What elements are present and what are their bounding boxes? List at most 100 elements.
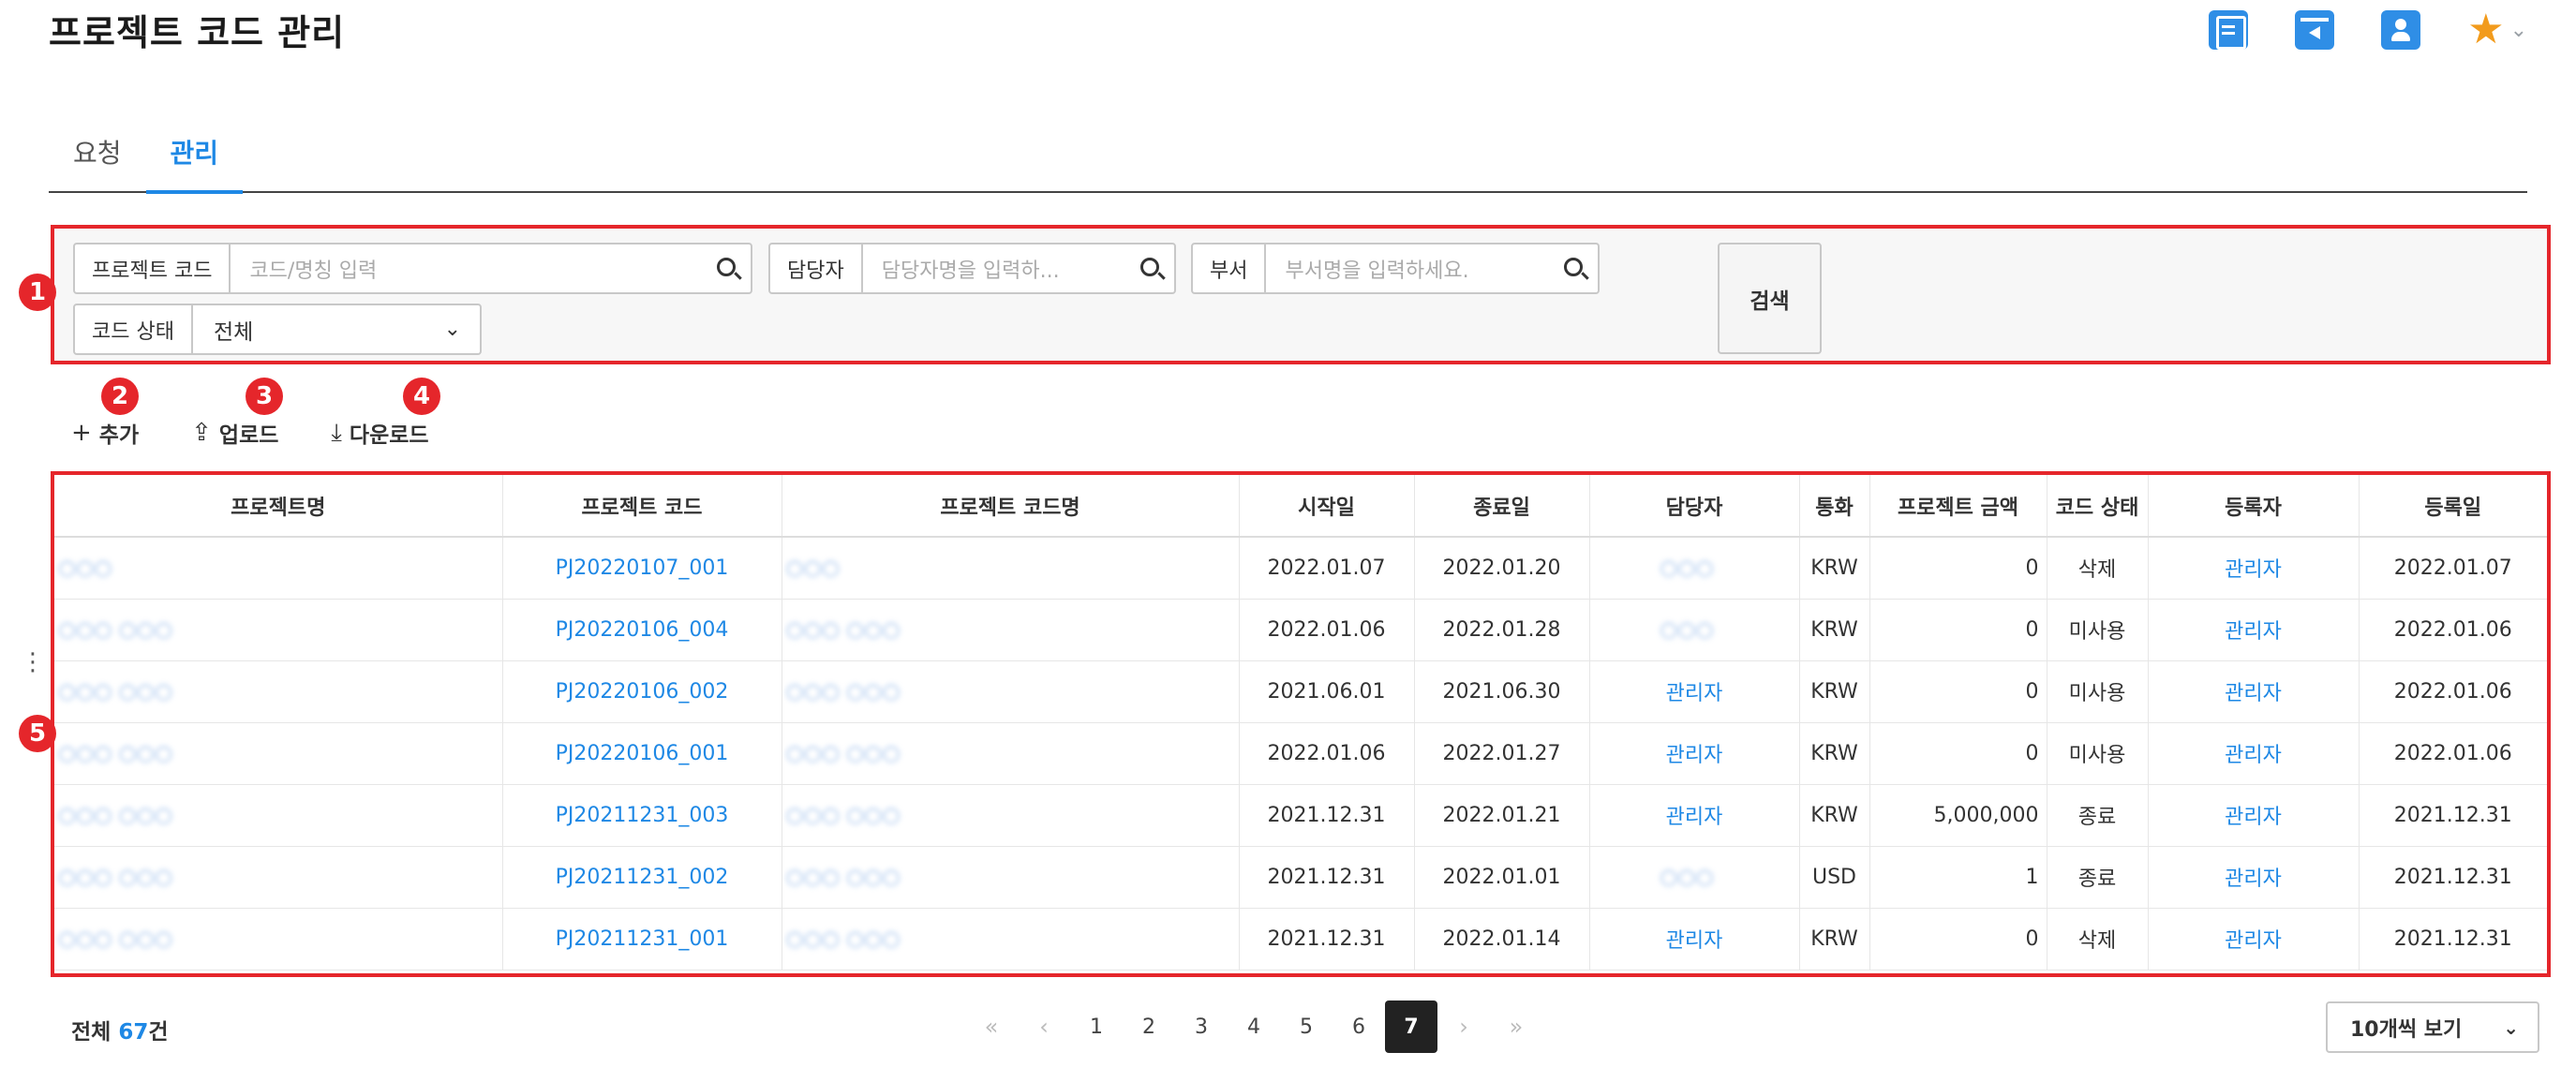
- highlight-box-filters: [51, 225, 2551, 364]
- column-header[interactable]: 등록일: [2359, 475, 2547, 538]
- upload-icon: ⇪: [191, 419, 212, 447]
- manager-cell: 관리자: [1589, 784, 1800, 847]
- page-button[interactable]: 2: [1123, 1000, 1175, 1053]
- redacted-text: ○○○ ○○○: [785, 679, 901, 704]
- redacted-text: ○○○ ○○○: [58, 617, 173, 642]
- tab-manage[interactable]: 관리: [145, 122, 244, 194]
- table-row[interactable]: ○○○ ○○○ PJ20220106_001 ○○○ ○○○ 2022.01.06 20…: [54, 722, 2547, 785]
- column-header[interactable]: 프로젝트 코드명: [782, 475, 1240, 538]
- redacted-text: ○○○: [58, 556, 112, 580]
- redacted-text: ○○○ ○○○: [785, 741, 901, 765]
- registrant-link[interactable]: 관리자: [2148, 599, 2360, 661]
- table-row[interactable]: ○○○ ○○○ PJ20220106_002 ○○○ ○○○ 2021.06.01 20…: [54, 660, 2547, 723]
- page-button[interactable]: 1: [1070, 1000, 1123, 1053]
- manager-cell: 관리자: [1589, 722, 1800, 785]
- project-code-table: 프로젝트명 프로젝트 코드 프로젝트 코드명 시작일 종료일 담당자 통화 프로…: [54, 475, 2547, 971]
- table-row[interactable]: ○○○ ○○○ PJ20220106_004 ○○○ ○○○ 2022.01.06 20…: [54, 599, 2547, 661]
- project-code-link[interactable]: PJ20220106_001: [502, 722, 782, 785]
- redacted-text: ○○○: [1660, 556, 1714, 580]
- registrant-link[interactable]: 관리자: [2148, 660, 2360, 723]
- registrant-link[interactable]: 관리자: [2148, 537, 2360, 600]
- add-button[interactable]: + 추가: [71, 417, 139, 449]
- upload-button[interactable]: ⇪ 업로드: [191, 417, 278, 449]
- document-icon[interactable]: [2209, 10, 2249, 50]
- start-date-cell: 2022.01.06: [1239, 599, 1415, 661]
- redacted-text: ○○○ ○○○: [785, 926, 901, 951]
- amount-cell: 0: [1869, 660, 2047, 723]
- project-name-cell: ○○○ ○○○: [54, 599, 503, 661]
- code-status-cell: 미사용: [2047, 599, 2149, 661]
- board-icon[interactable]: [2295, 10, 2335, 50]
- page-size-value: 10개씩 보기: [2350, 1017, 2463, 1042]
- project-name-cell: ○○○ ○○○: [54, 784, 503, 847]
- table-header-row: 프로젝트명 프로젝트 코드 프로젝트 코드명 시작일 종료일 담당자 통화 프로…: [54, 475, 2547, 538]
- page-button[interactable]: 5: [1280, 1000, 1333, 1053]
- prev-page-icon[interactable]: ‹: [1018, 1000, 1070, 1053]
- amount-cell: 0: [1869, 908, 2047, 971]
- end-date-cell: 2022.01.27: [1414, 722, 1590, 785]
- column-header[interactable]: 시작일: [1239, 475, 1415, 538]
- project-name-cell: ○○○ ○○○: [54, 846, 503, 909]
- page-button[interactable]: 6: [1333, 1000, 1385, 1053]
- tab-request[interactable]: 요청: [49, 122, 146, 191]
- page-button[interactable]: 4: [1228, 1000, 1280, 1053]
- registered-date-cell: 2022.01.06: [2359, 722, 2547, 785]
- column-header[interactable]: 종료일: [1414, 475, 1590, 538]
- project-code-link[interactable]: PJ20211231_002: [502, 846, 782, 909]
- end-date-cell: 2022.01.01: [1414, 846, 1590, 909]
- chevron-down-icon[interactable]: ⌄: [2510, 19, 2527, 42]
- page-button-current[interactable]: 7: [1385, 1000, 1437, 1053]
- column-header[interactable]: 프로젝트명: [54, 475, 503, 538]
- table-row[interactable]: ○○○ ○○○ PJ20211231_001 ○○○ ○○○ 2021.12.31 20…: [54, 908, 2547, 971]
- column-header[interactable]: 코드 상태: [2047, 475, 2149, 538]
- registrant-link[interactable]: 관리자: [2148, 846, 2360, 909]
- project-code-name-cell: ○○○: [782, 537, 1240, 600]
- table-row[interactable]: ○○○ PJ20220107_001 ○○○ 2022.01.07 2022.01.20…: [54, 537, 2547, 600]
- project-code-link[interactable]: PJ20220106_004: [502, 599, 782, 661]
- more-vertical-icon[interactable]: ⋮: [21, 650, 45, 674]
- next-page-icon[interactable]: ›: [1437, 1000, 1490, 1053]
- amount-cell: 0: [1869, 537, 2047, 600]
- project-code-link[interactable]: PJ20211231_001: [502, 908, 782, 971]
- registrant-link[interactable]: 관리자: [2148, 908, 2360, 971]
- user-badge-icon[interactable]: [2381, 10, 2421, 50]
- first-page-icon[interactable]: «: [965, 1000, 1018, 1053]
- column-header[interactable]: 등록자: [2148, 475, 2360, 538]
- last-page-icon[interactable]: »: [1490, 1000, 1542, 1053]
- favorite-menu[interactable]: ★ ⌄: [2467, 9, 2527, 51]
- column-header[interactable]: 프로젝트 코드: [502, 475, 782, 538]
- page-size-select[interactable]: 10개씩 보기 ⌄: [2326, 1001, 2539, 1053]
- registered-date-cell: 2022.01.07: [2359, 537, 2547, 600]
- project-code-name-cell: ○○○ ○○○: [782, 908, 1240, 971]
- manager-cell: ○○○: [1589, 599, 1800, 661]
- redacted-text: ○○○ ○○○: [58, 679, 173, 704]
- project-code-link[interactable]: PJ20220107_001: [502, 537, 782, 600]
- project-code-link[interactable]: PJ20220106_002: [502, 660, 782, 723]
- end-date-cell: 2022.01.28: [1414, 599, 1590, 661]
- page-button[interactable]: 3: [1175, 1000, 1228, 1053]
- total-count-value: 67: [118, 1020, 149, 1045]
- column-header[interactable]: 프로젝트 금액: [1869, 475, 2047, 538]
- project-name-cell: ○○○ ○○○: [54, 722, 503, 785]
- amount-cell: 0: [1869, 722, 2047, 785]
- download-icon: ⤓: [331, 418, 342, 447]
- currency-cell: USD: [1799, 846, 1870, 909]
- redacted-text: ○○○ ○○○: [58, 741, 173, 765]
- star-icon[interactable]: ★: [2467, 9, 2504, 51]
- header-actions: ★ ⌄: [2209, 9, 2527, 51]
- column-header[interactable]: 통화: [1799, 475, 1870, 538]
- project-code-name-cell: ○○○ ○○○: [782, 599, 1240, 661]
- project-code-name-cell: ○○○ ○○○: [782, 722, 1240, 785]
- pagination: « ‹ 1 2 3 4 5 6 7 › »: [965, 1000, 1542, 1053]
- tab-bar: 요청 관리: [49, 122, 2527, 194]
- table-row[interactable]: ○○○ ○○○ PJ20211231_003 ○○○ ○○○ 2021.12.31 20…: [54, 784, 2547, 847]
- amount-cell: 0: [1869, 599, 2047, 661]
- project-code-link[interactable]: PJ20211231_003: [502, 784, 782, 847]
- download-button[interactable]: ⤓ 다운로드: [331, 417, 428, 449]
- registrant-link[interactable]: 관리자: [2148, 784, 2360, 847]
- project-name-cell: ○○○ ○○○: [54, 908, 503, 971]
- table-row[interactable]: ○○○ ○○○ PJ20211231_002 ○○○ ○○○ 2021.12.31 20…: [54, 846, 2547, 909]
- redacted-text: ○○○ ○○○: [58, 803, 173, 827]
- registrant-link[interactable]: 관리자: [2148, 722, 2360, 785]
- column-header[interactable]: 담당자: [1589, 475, 1800, 538]
